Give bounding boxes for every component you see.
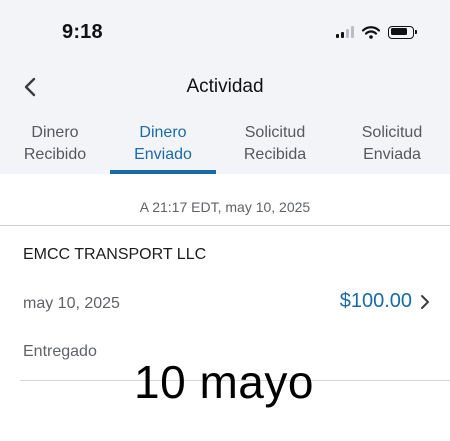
transaction-status: Entregado [23,343,97,360]
page-title: Actividad [186,76,264,97]
header-area: 9:18 Actividad Dinero Recibido Dinero En… [0,0,450,174]
tab-dinero-recibido[interactable]: Dinero Recibido [12,122,98,174]
tab-solicitud-enviada[interactable]: Solicitud Enviada [344,122,440,174]
recipient-name[interactable]: EMCC TRANSPORT LLC [23,246,206,264]
tab-label-line2: Enviado [134,146,192,163]
status-icons [336,24,417,40]
wifi-icon [362,25,380,39]
chevron-right-icon [420,294,430,310]
transaction-date: may 10, 2025 [23,295,120,312]
status-time: 9:18 [62,21,103,43]
tab-label-line1: Dinero [139,124,187,141]
tab-label-line2: Recibido [23,146,87,163]
tab-label-line1: Solicitud [361,124,423,141]
tab-label-line1: Dinero [31,124,79,141]
cellular-signal-icon [336,26,354,38]
divider [0,225,450,226]
overlay-caption: 10 mayo [134,356,314,408]
tab-label-line1: Solicitud [244,124,306,141]
tab-label-line2: Enviada [363,146,421,163]
tab-label-line2: Recibida [243,146,307,163]
active-tab-indicator [110,170,216,174]
tab-dinero-enviado[interactable]: Dinero Enviado [110,122,216,174]
battery-icon [388,25,417,39]
activity-timestamp: A 21:17 EDT, may 10, 2025 [139,199,311,215]
tab-solicitud-recibida[interactable]: Solicitud Recibida [228,122,322,174]
transaction-amount-link[interactable]: $100.00 [340,290,430,313]
transaction-amount: $100.00 [339,290,412,312]
